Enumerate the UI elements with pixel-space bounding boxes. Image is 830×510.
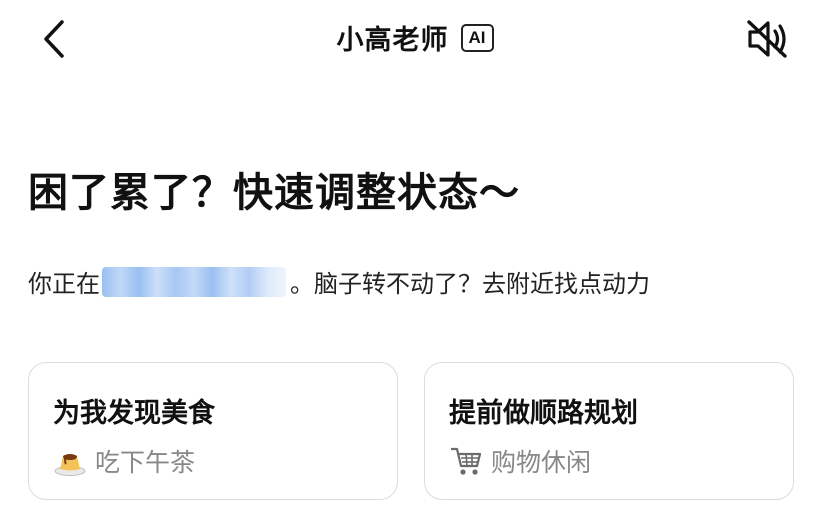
page: 小高老师 AI 困了累了？快速调整状态～ 你正在 。脑子转不动了？去附近找点动力… (0, 0, 830, 510)
main-headline: 困了累了？快速调整状态～ (28, 170, 520, 216)
page-title: 小高老师 (336, 25, 449, 56)
pudding-icon (53, 444, 87, 478)
blurred-location (102, 266, 286, 297)
card-title: 提前做顺路规划 (449, 398, 638, 429)
card-subtitle-label: 吃下午茶 (95, 448, 196, 477)
status-message: 你正在 。脑子转不动了？去附近找点动力 (28, 264, 650, 299)
status-suffix: 。脑子转不动了？去附近找点动力 (290, 270, 650, 298)
shopping-cart-icon (449, 444, 483, 478)
ai-badge: AI (460, 23, 494, 52)
card-title: 为我发现美食 (53, 398, 215, 429)
mute-button[interactable] (742, 14, 792, 64)
discover-food-card[interactable]: 为我发现美食 吃下午茶 (28, 362, 398, 500)
route-planning-card[interactable]: 提前做顺路规划 购物休闲 (424, 362, 794, 500)
card-subtitle-label: 购物休闲 (491, 448, 592, 477)
card-subtitle: 吃下午茶 (53, 443, 195, 479)
header-bar: 小高老师 AI (0, 0, 830, 78)
speaker-muted-icon (747, 20, 787, 58)
card-subtitle: 购物休闲 (449, 443, 591, 479)
header-title-group: 小高老师 AI (0, 18, 830, 57)
status-prefix: 你正在 (28, 270, 100, 298)
